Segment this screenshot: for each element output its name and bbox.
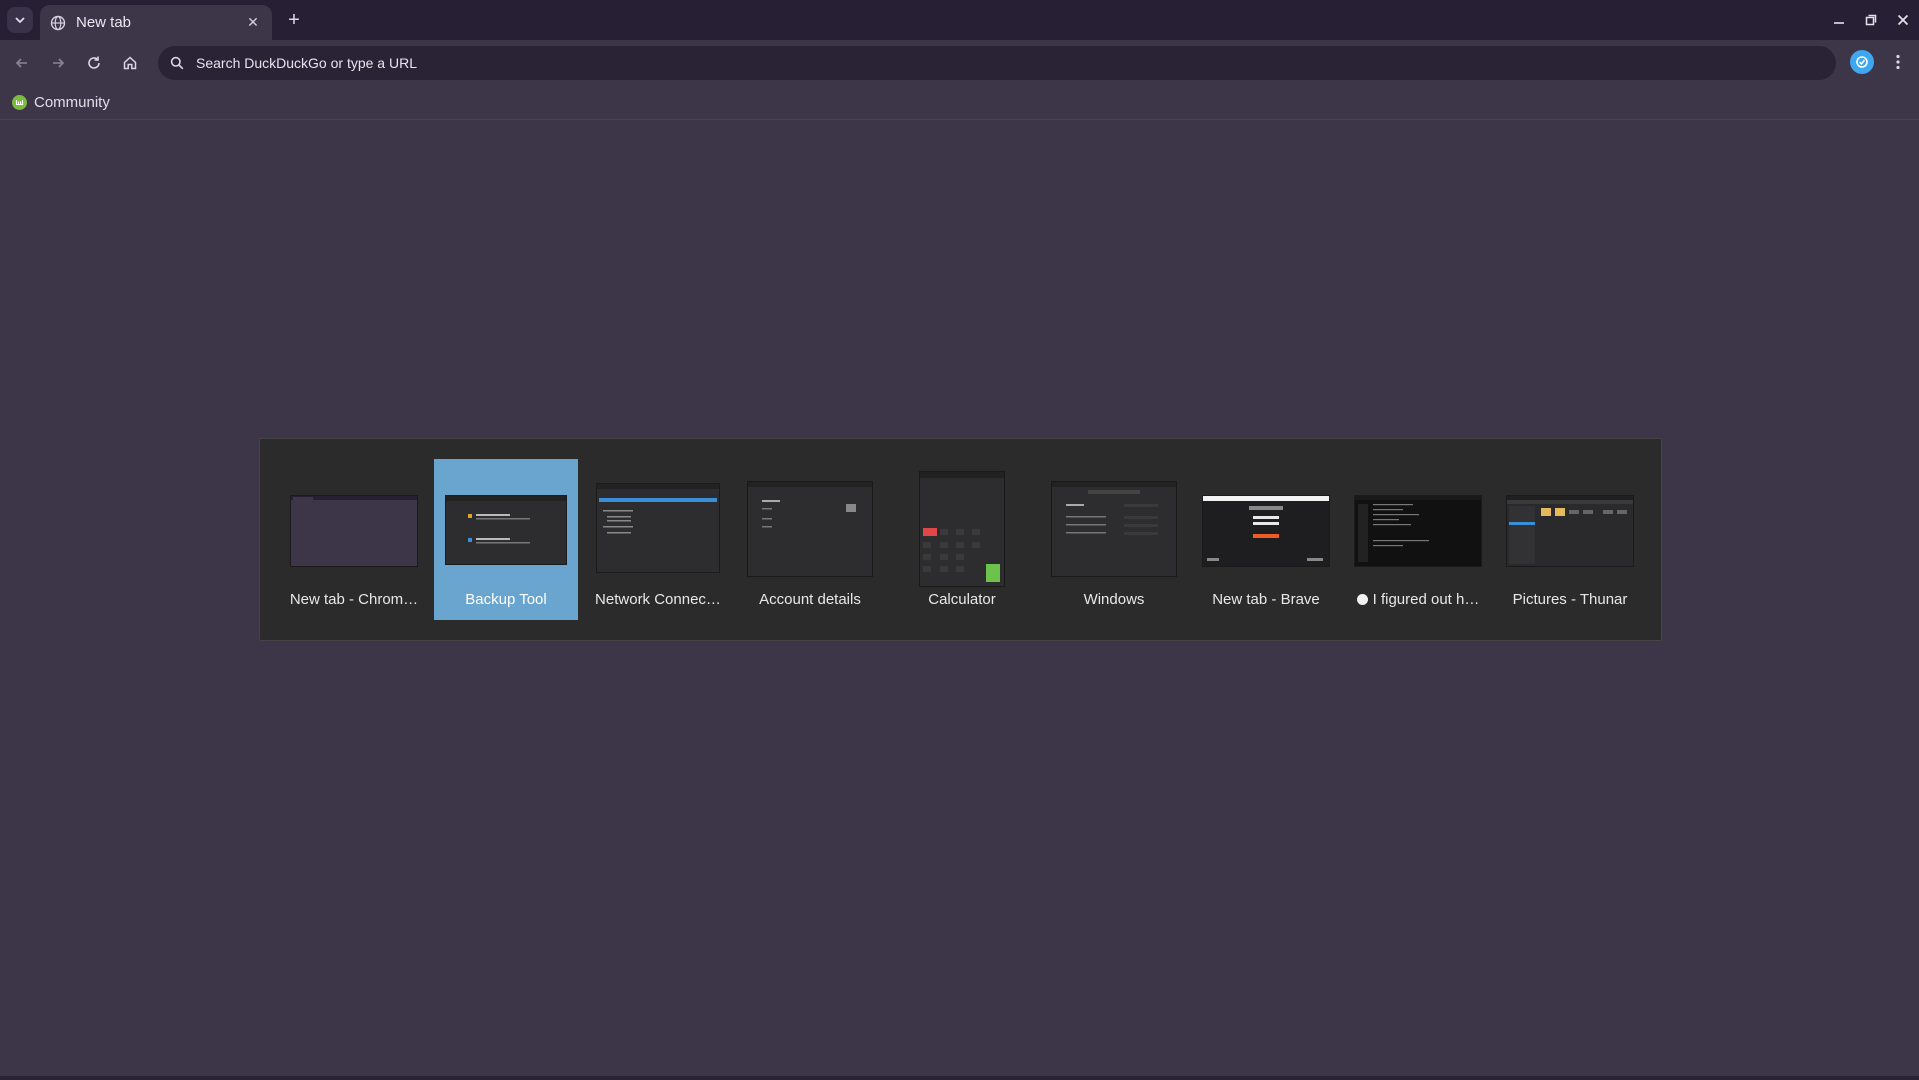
tab-strip: New tab ✕ + — [0, 0, 1919, 40]
mint-community-icon — [12, 94, 27, 110]
switcher-item-label: I figured out h… — [1346, 591, 1490, 608]
home-icon — [123, 56, 137, 70]
switcher-item-windows[interactable]: Windows — [1042, 459, 1186, 620]
switcher-item-label: New tab - Chrom… — [289, 591, 419, 608]
home-button[interactable] — [116, 49, 144, 77]
reload-button[interactable] — [80, 49, 108, 77]
switcher-item-brave[interactable]: New tab - Brave — [1194, 459, 1338, 620]
switcher-item-chromium[interactable]: New tab - Chrom… — [282, 459, 426, 620]
new-tab-button[interactable]: + — [282, 8, 306, 32]
close-icon — [1897, 14, 1909, 26]
arrow-left-icon — [15, 58, 27, 68]
bookmark-community[interactable]: Community — [12, 91, 110, 113]
arrow-right-icon — [53, 58, 65, 68]
window-controls — [1823, 0, 1919, 40]
plus-icon: + — [288, 9, 300, 31]
more-vertical-icon — [1896, 54, 1900, 70]
switcher-item-label: Account details — [759, 591, 861, 608]
switcher-item-label: Windows — [1083, 591, 1145, 608]
switcher-item-label: New tab - Brave — [1212, 591, 1320, 608]
globe-icon — [50, 15, 66, 30]
tab-title: New tab — [76, 14, 132, 31]
close-tab-button[interactable]: ✕ — [244, 14, 262, 32]
unread-dot-icon — [1356, 594, 1368, 605]
network-connections-thumbnail — [596, 483, 720, 573]
minimize-icon — [1834, 22, 1844, 24]
switcher-item-account-details[interactable]: Account details — [738, 459, 882, 620]
switcher-item-label: Pictures - Thunar — [1512, 591, 1628, 608]
brave-thumbnail — [1202, 495, 1330, 567]
window-switcher: New tab - Chrom… Backup Tool Network Con… — [259, 438, 1662, 641]
switcher-item-backup-tool[interactable]: Backup Tool — [434, 459, 578, 620]
reload-icon — [88, 56, 100, 69]
account-details-thumbnail — [747, 481, 873, 577]
windows-settings-thumbnail — [1051, 481, 1177, 577]
forward-button[interactable] — [44, 49, 72, 77]
omnibox-input[interactable] — [196, 55, 1836, 71]
switcher-item-label: Backup Tool — [465, 591, 547, 608]
extension-icon — [1856, 56, 1868, 68]
bottom-edge — [0, 1076, 1919, 1080]
chromium-thumbnail — [290, 495, 418, 567]
back-button[interactable] — [8, 49, 36, 77]
thunar-thumbnail — [1506, 495, 1634, 567]
backup-tool-thumbnail — [445, 495, 567, 565]
switcher-item-calculator[interactable]: Calculator — [890, 459, 1034, 620]
browser-menu-button[interactable] — [1886, 50, 1910, 74]
bookmark-label: Community — [34, 93, 110, 111]
extension-button[interactable] — [1850, 50, 1874, 74]
switcher-item-label: Calculator — [928, 591, 996, 608]
restore-icon — [1865, 14, 1877, 26]
toolbar — [0, 40, 1919, 86]
tab-new-tab[interactable]: New tab ✕ — [40, 5, 272, 40]
minimize-button[interactable] — [1823, 0, 1855, 40]
chevron-down-icon — [15, 17, 25, 24]
switcher-item-thunar[interactable]: Pictures - Thunar — [1498, 459, 1642, 620]
bookmarks-bar: Community — [0, 86, 1919, 120]
tab-search-button[interactable] — [7, 7, 33, 33]
close-icon: ✕ — [247, 14, 259, 30]
close-window-button[interactable] — [1887, 0, 1919, 40]
terminal-thumbnail — [1354, 495, 1482, 567]
calculator-thumbnail — [919, 471, 1005, 587]
search-icon — [166, 52, 188, 74]
address-bar[interactable] — [158, 46, 1836, 80]
switcher-item-terminal[interactable]: I figured out h… — [1346, 459, 1490, 620]
switcher-item-network-connections[interactable]: Network Connec… — [586, 459, 730, 620]
restore-button[interactable] — [1855, 0, 1887, 40]
switcher-item-label: Network Connec… — [595, 591, 721, 608]
